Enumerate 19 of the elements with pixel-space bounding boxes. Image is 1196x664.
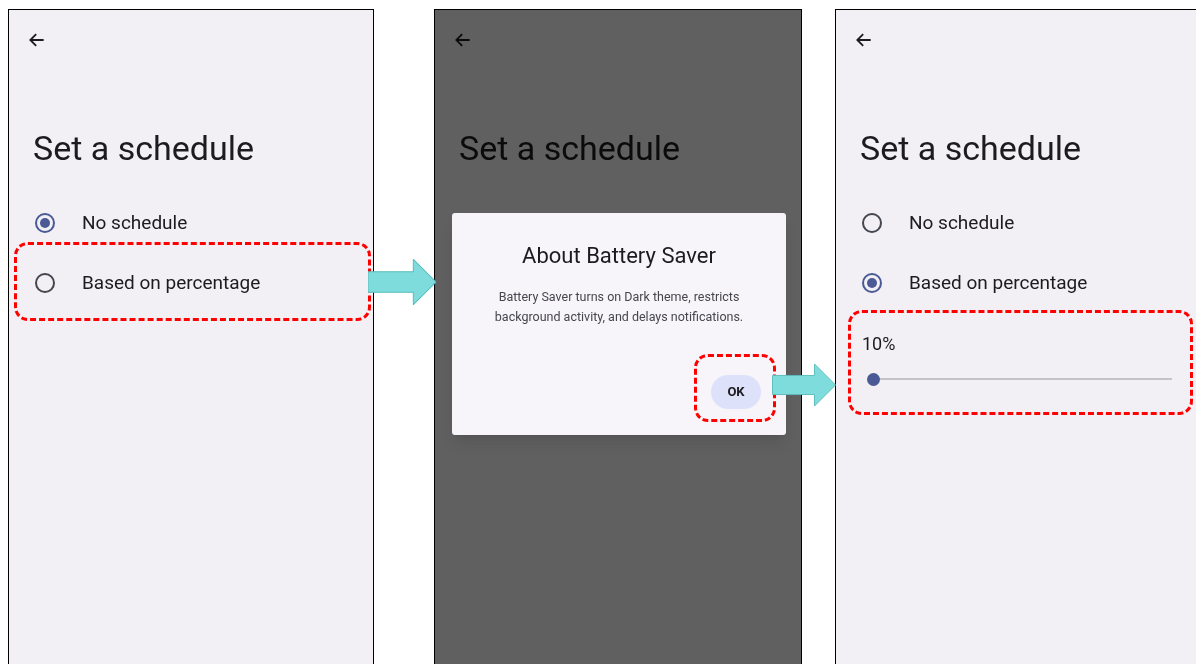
- page-title: Set a schedule: [459, 128, 682, 168]
- slider[interactable]: [867, 373, 1172, 386]
- arrow-icon: [368, 259, 436, 305]
- option-label: Based on percentage: [82, 269, 261, 296]
- page-title: Set a schedule: [860, 128, 1083, 168]
- slider-reading: 10%: [862, 333, 897, 355]
- slider-thumb[interactable]: [867, 373, 880, 386]
- page-title: Set a schedule: [33, 128, 256, 168]
- radio-button[interactable]: [35, 273, 55, 293]
- ok-button[interactable]: OK: [711, 375, 761, 409]
- radio-button[interactable]: [862, 213, 882, 233]
- radio-button[interactable]: [862, 273, 882, 293]
- dialog-title: About Battery Saver: [522, 242, 716, 270]
- dialog-message: Battery Saver turns on Dark theme, restricts background activity, and delays notifications.: [493, 288, 745, 326]
- arrow-icon: [772, 364, 836, 406]
- option-label: No schedule: [909, 209, 1015, 236]
- option-label: Based on percentage: [909, 269, 1088, 296]
- radio-button[interactable]: [35, 213, 55, 233]
- option-label: No schedule: [82, 209, 188, 236]
